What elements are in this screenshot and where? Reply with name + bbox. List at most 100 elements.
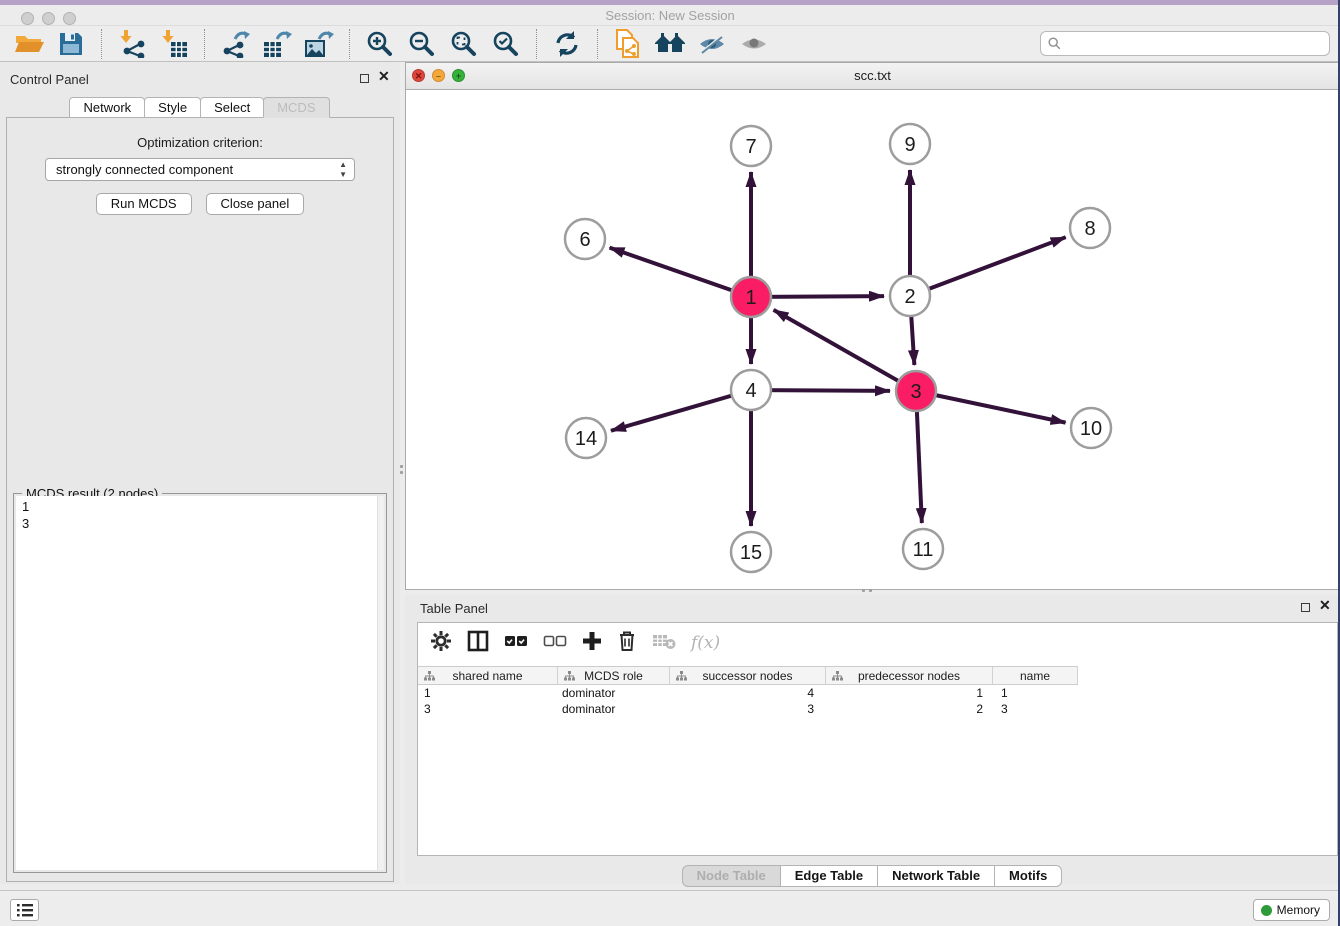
float-panel-icon[interactable]	[360, 74, 369, 83]
cell: 1	[418, 685, 558, 701]
table-panel-tabs: Node TableEdge TableNetwork TableMotifs	[405, 865, 1340, 887]
node-7[interactable]: 7	[731, 126, 771, 166]
export-table-icon[interactable]	[260, 28, 294, 60]
tab-network[interactable]: Network	[69, 97, 145, 118]
svg-text:2: 2	[904, 286, 915, 308]
save-session-icon[interactable]	[54, 28, 88, 60]
svg-text:8: 8	[1084, 218, 1095, 240]
tab-select[interactable]: Select	[200, 97, 264, 118]
open-session-icon[interactable]	[12, 28, 46, 60]
function-builder-icon: f(x)	[691, 633, 720, 653]
refresh-layout-icon[interactable]	[550, 28, 584, 60]
mcds-result-group: MCDS result (2 nodes) 1 3	[13, 493, 387, 873]
edge-1-6[interactable]	[610, 248, 751, 297]
node-10[interactable]: 10	[1071, 408, 1111, 448]
control-panel-title: Control Panel	[10, 72, 89, 87]
zoom-selected-icon[interactable]	[489, 28, 523, 60]
delete-table-icon	[652, 632, 676, 655]
edge-4-14[interactable]	[611, 390, 751, 431]
network-graph[interactable]: 7 9 6 8 1 2 4 3 14 10 15 11	[406, 90, 1339, 589]
run-mcds-button[interactable]: Run MCDS	[96, 193, 192, 215]
mcds-result-textarea[interactable]: 1 3	[16, 496, 384, 870]
create-column-icon[interactable]	[582, 631, 602, 656]
node-6[interactable]: 6	[565, 219, 605, 259]
table-body: 1dominator4113dominator323	[418, 685, 1337, 717]
svg-text:1: 1	[745, 287, 756, 309]
node-8[interactable]: 8	[1070, 208, 1110, 248]
tab-mcds[interactable]: MCDS	[263, 97, 329, 118]
cell: 1	[993, 685, 1078, 701]
cell: 3	[418, 701, 558, 717]
node-9[interactable]: 9	[890, 124, 930, 164]
select-all-icon[interactable]	[504, 634, 528, 653]
unselect-all-icon[interactable]	[543, 634, 567, 653]
network-clone-icon[interactable]	[611, 28, 645, 60]
svg-text:15: 15	[740, 542, 762, 564]
search-icon	[1048, 37, 1061, 50]
control-panel-tabs: NetworkStyleSelectMCDS	[0, 97, 400, 118]
close-table-panel-icon[interactable]: ✕	[1319, 598, 1331, 612]
import-table-icon[interactable]	[157, 28, 191, 60]
column-header-MCDS-role[interactable]: MCDS role	[558, 667, 670, 684]
edge-3-10[interactable]	[916, 391, 1066, 423]
float-table-panel-icon[interactable]	[1301, 603, 1310, 612]
close-panel-button[interactable]: Close panel	[206, 193, 305, 215]
node-2[interactable]: 2	[890, 276, 930, 316]
table-row[interactable]: 3dominator323	[418, 701, 1078, 717]
show-column-icon[interactable]	[467, 630, 489, 657]
tab-node-table[interactable]: Node Table	[682, 865, 781, 887]
node-1[interactable]: 1	[731, 277, 771, 317]
edge-2-8[interactable]	[910, 237, 1066, 296]
zoom-out-icon[interactable]	[405, 28, 439, 60]
table-row[interactable]: 1dominator411	[418, 685, 1078, 701]
home-network-icon[interactable]	[653, 28, 687, 60]
import-network-icon[interactable]	[115, 28, 149, 60]
zoom-in-icon[interactable]	[363, 28, 397, 60]
cell: 3	[670, 701, 826, 717]
mcds-result-scrollbar[interactable]	[377, 496, 384, 870]
optimization-criterion-value: strongly connected component	[56, 162, 233, 177]
tab-edge-table[interactable]: Edge Table	[780, 865, 878, 887]
tab-motifs[interactable]: Motifs	[994, 865, 1062, 887]
svg-text:6: 6	[579, 229, 590, 251]
search-field[interactable]	[1040, 31, 1330, 56]
tab-network-table[interactable]: Network Table	[877, 865, 995, 887]
task-history-button[interactable]	[10, 899, 39, 921]
close-panel-icon[interactable]: ✕	[378, 69, 390, 83]
node-15[interactable]: 15	[731, 532, 771, 572]
svg-text:9: 9	[904, 134, 915, 156]
horizontal-splitter[interactable]	[862, 589, 886, 593]
edge-3-1[interactable]	[774, 310, 916, 391]
node-11[interactable]: 11	[903, 529, 943, 569]
toolbar-separator	[597, 29, 598, 59]
delete-column-icon[interactable]	[617, 630, 637, 657]
search-input[interactable]	[1066, 36, 1322, 51]
node-4[interactable]: 4	[731, 370, 771, 410]
export-image-icon[interactable]	[302, 28, 336, 60]
column-header-name[interactable]: name	[993, 667, 1078, 684]
status-bar: Memory	[0, 890, 1340, 926]
svg-text:4: 4	[745, 380, 756, 402]
zoom-fit-icon[interactable]	[447, 28, 481, 60]
node-table-container: f(x) shared nameMCDS rolesuccessor nodes…	[417, 622, 1338, 856]
column-header-predecessor-nodes[interactable]: predecessor nodes	[826, 667, 993, 684]
vertical-splitter[interactable]	[400, 462, 404, 482]
export-network-icon[interactable]	[218, 28, 252, 60]
hide-panel-eye-icon[interactable]	[695, 28, 729, 60]
table-panel-title: Table Panel	[420, 601, 488, 616]
network-window-titlebar[interactable]: ✕ – + scc.txt	[406, 63, 1339, 90]
column-header-shared-name[interactable]: shared name	[418, 667, 558, 684]
column-header-successor-nodes[interactable]: successor nodes	[670, 667, 826, 684]
tab-style[interactable]: Style	[144, 97, 201, 118]
toolbar-separator	[349, 29, 350, 59]
svg-text:7: 7	[745, 136, 756, 158]
list-icon	[17, 904, 33, 917]
show-panel-eye-icon[interactable]	[737, 28, 771, 60]
window-title: Session: New Session	[0, 8, 1340, 23]
node-14[interactable]: 14	[566, 418, 606, 458]
node-3[interactable]: 3	[896, 371, 936, 411]
memory-button[interactable]: Memory	[1253, 899, 1330, 921]
network-window-title: scc.txt	[406, 68, 1339, 83]
optimization-criterion-select[interactable]: strongly connected component ▲▼	[45, 158, 355, 181]
settings-gear-icon[interactable]	[430, 630, 452, 657]
